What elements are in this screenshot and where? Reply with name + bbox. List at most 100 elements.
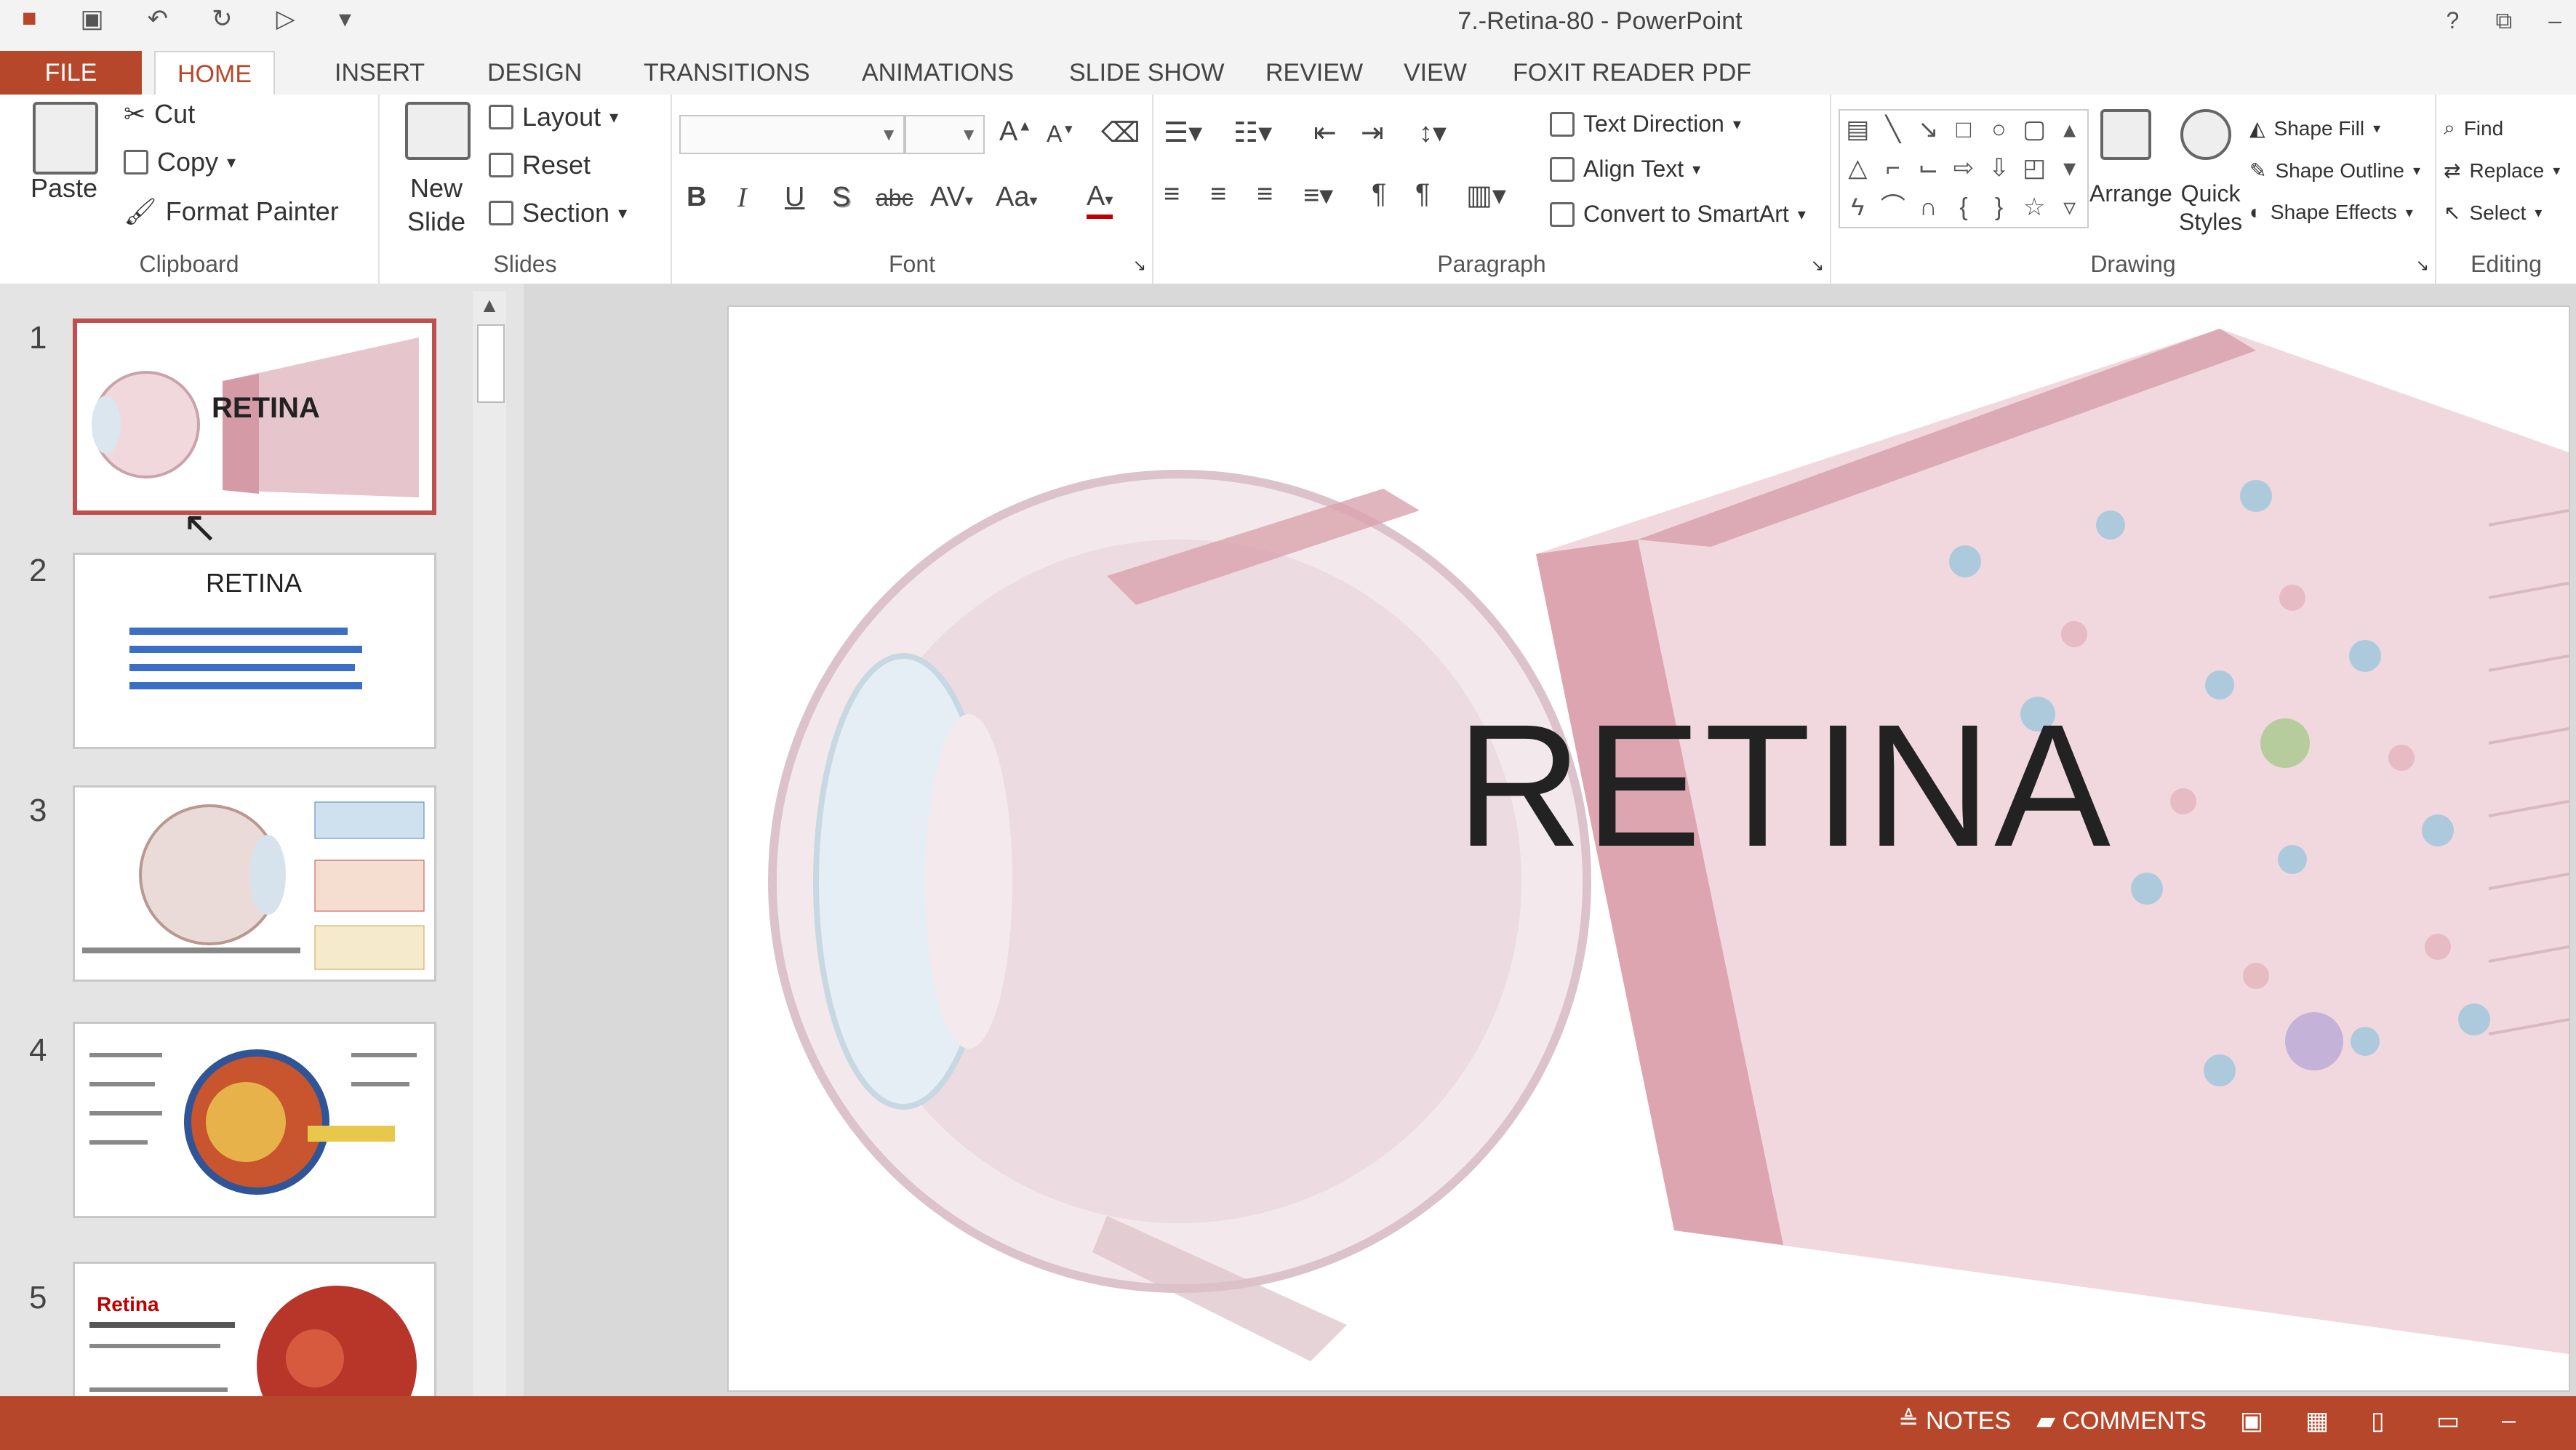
numbering-icon[interactable]: ☷▾ [1233,116,1272,149]
dialog-launcher-icon[interactable]: ↘ [1811,256,1824,275]
normal-view-icon[interactable]: ▣ [2240,1406,2263,1435]
scrollbar-thumb[interactable] [477,324,505,403]
customize-toolbar-icon[interactable]: ▾ [339,4,351,33]
find-button[interactable]: ⌕ Find [2444,116,2503,140]
line-shape-icon[interactable]: ╲ [1876,111,1911,149]
slide-show-view-icon[interactable]: ▭ [2436,1406,2460,1435]
shape-outline-button[interactable]: ✎ Shape Outline ▾ [2249,159,2420,183]
text-direction-button[interactable]: Text Direction ▾ [1550,111,1741,137]
text-shadow-button[interactable]: S [832,182,850,213]
slide-thumbnail-4[interactable] [73,1022,436,1218]
oval-shape-icon[interactable]: ○ [1981,111,2017,149]
shape-fill-button[interactable]: ◭ Shape Fill ▾ [2249,116,2380,140]
zoom-out-icon[interactable]: – [2502,1406,2516,1435]
quick-styles-button[interactable]: Quick Styles [2179,180,2242,236]
scroll-up-icon[interactable]: ▲ [473,291,506,320]
tab-foxit-reader-pdf[interactable]: FOXIT READER PDF [1491,51,1773,95]
dialog-launcher-icon[interactable]: ↘ [1133,256,1146,275]
right-to-left-icon[interactable]: ¶ [1415,179,1430,210]
replace-button[interactable]: ⇄ Replace ▾ [2444,159,2560,183]
slide-sorter-icon[interactable]: ▦ [2305,1406,2329,1435]
reading-view-icon[interactable]: ▯ [2371,1406,2385,1435]
elbow-connector-shape-icon[interactable]: ⌙ [1911,149,1946,188]
format-painter-button[interactable]: 🖌 Format Painter [124,196,339,227]
justify-icon[interactable]: ≡▾ [1303,179,1333,212]
flowchart-shape-icon[interactable]: ◰ [2017,149,2052,188]
arrange-button[interactable]: Arrange [2089,180,2172,207]
slide-title[interactable]: RETINA [1456,685,2113,886]
align-center-icon[interactable]: ≡ [1210,179,1226,210]
slide-thumbnail-1[interactable]: RETINA [73,319,436,515]
align-right-icon[interactable]: ≡ [1257,179,1273,210]
undo-icon[interactable]: ↶ [148,4,169,33]
tab-animations[interactable]: ANIMATIONS [840,51,1036,95]
shrink-font-button[interactable]: A▼ [1047,121,1075,148]
right-arrow-shape-icon[interactable]: ⇨ [1946,149,1982,188]
convert-to-smartart-button[interactable]: Convert to SmartArt ▾ [1550,201,1806,228]
triangle-shape-icon[interactable]: △ [1840,149,1876,188]
comments-button[interactable]: ▰ COMMENTS [2036,1406,2207,1435]
clear-formatting-icon[interactable]: ⌫ [1101,116,1140,149]
change-case-button[interactable]: Aa▾ [996,182,1038,213]
decrease-indent-icon[interactable]: ⇤ [1313,116,1337,149]
shape-effects-button[interactable]: ◐ Shape Effects ▾ [2249,201,2413,224]
tab-home[interactable]: HOME [154,51,275,97]
gallery-more-icon[interactable]: ▿ [2052,188,2087,227]
connector-shape-icon[interactable]: ⌐ [1876,149,1911,188]
layout-button[interactable]: Layout ▾ [489,102,618,132]
shapes-gallery[interactable]: ▤ ╲ ↘ □ ○ ▢ ▴ △ ⌐ ⌙ ⇨ ⇩ ◰ ▾ ϟ ⌒ ∩{} ☆ ▿ [1839,109,2089,228]
tab-insert[interactable]: INSERT [313,51,447,95]
align-left-icon[interactable]: ≡ [1164,179,1180,210]
tab-transitions[interactable]: TRANSITIONS [622,51,832,95]
reset-button[interactable]: Reset [489,150,591,180]
line-spacing-icon[interactable]: ↕▾ [1419,116,1447,149]
star-shape-icon[interactable]: ☆ [2017,188,2052,227]
columns-icon[interactable]: ▥▾ [1466,179,1506,212]
notes-button[interactable]: ≜ NOTES [1898,1406,2011,1435]
minimize-button[interactable]: – [2548,7,2561,35]
tab-review[interactable]: REVIEW [1244,51,1385,95]
gallery-down-icon[interactable]: ▾ [2052,149,2087,188]
dialog-launcher-icon[interactable]: ↘ [2416,256,2429,275]
arc-shape-icon[interactable]: ∩ [1911,188,1946,227]
font-size-select[interactable]: ▼ [905,115,985,154]
tab-design[interactable]: DESIGN [465,51,604,95]
copy-button[interactable]: Copy ▾ [124,147,236,177]
gallery-up-icon[interactable]: ▴ [2052,111,2087,149]
strikethrough-button[interactable]: abc [876,185,913,212]
rounded-rect-shape-icon[interactable]: ▢ [2017,111,2052,149]
paste-button[interactable]: Paste [31,173,97,204]
grow-font-button[interactable]: A▲ [999,116,1032,148]
new-slide-button[interactable]: New Slide [407,173,465,237]
current-slide[interactable]: RETINA [727,305,2570,1392]
arrow-line-shape-icon[interactable]: ↘ [1911,111,1946,149]
underline-button[interactable]: U [785,182,804,213]
bold-button[interactable]: B [687,182,706,213]
slide-thumbnail-2[interactable]: RETINA [73,553,436,749]
tab-slide-show[interactable]: SLIDE SHOW [1047,51,1246,95]
left-to-right-icon[interactable]: ¶ [1372,179,1386,210]
curve-shape-icon[interactable]: ⌒ [1876,188,1911,227]
slide-thumbnail-3[interactable] [73,785,436,982]
select-button[interactable]: ↖ Select ▾ [2444,201,2542,225]
italic-button[interactable]: I [737,182,747,214]
start-from-beginning-icon[interactable]: ▷ [276,4,295,33]
freeform-shape-icon[interactable]: ϟ [1840,188,1876,227]
tab-view[interactable]: VIEW [1382,51,1489,95]
rectangle-shape-icon[interactable]: □ [1946,111,1982,149]
align-text-button[interactable]: Align Text ▾ [1550,156,1700,183]
tab-file[interactable]: FILE [0,51,142,95]
cut-button[interactable]: ✂ Cut [124,99,195,129]
textbox-shape-icon[interactable]: ▤ [1840,111,1876,149]
help-button[interactable]: ? [2447,7,2460,35]
font-color-button[interactable]: A▾ [1087,182,1113,219]
bullets-icon[interactable]: ☰▾ [1164,116,1202,149]
increase-indent-icon[interactable]: ⇥ [1361,116,1384,149]
save-icon[interactable]: ▣ [81,4,104,33]
brace-right-shape-icon[interactable]: } [1981,188,2017,227]
brace-left-shape-icon[interactable]: { [1946,188,1982,227]
redo-icon[interactable]: ↻ [212,4,233,33]
font-name-select[interactable]: ▼ [679,115,905,154]
thumbnail-scrollbar[interactable]: ▲ [473,291,506,1440]
down-arrow-shape-icon[interactable]: ⇩ [1981,149,2017,188]
